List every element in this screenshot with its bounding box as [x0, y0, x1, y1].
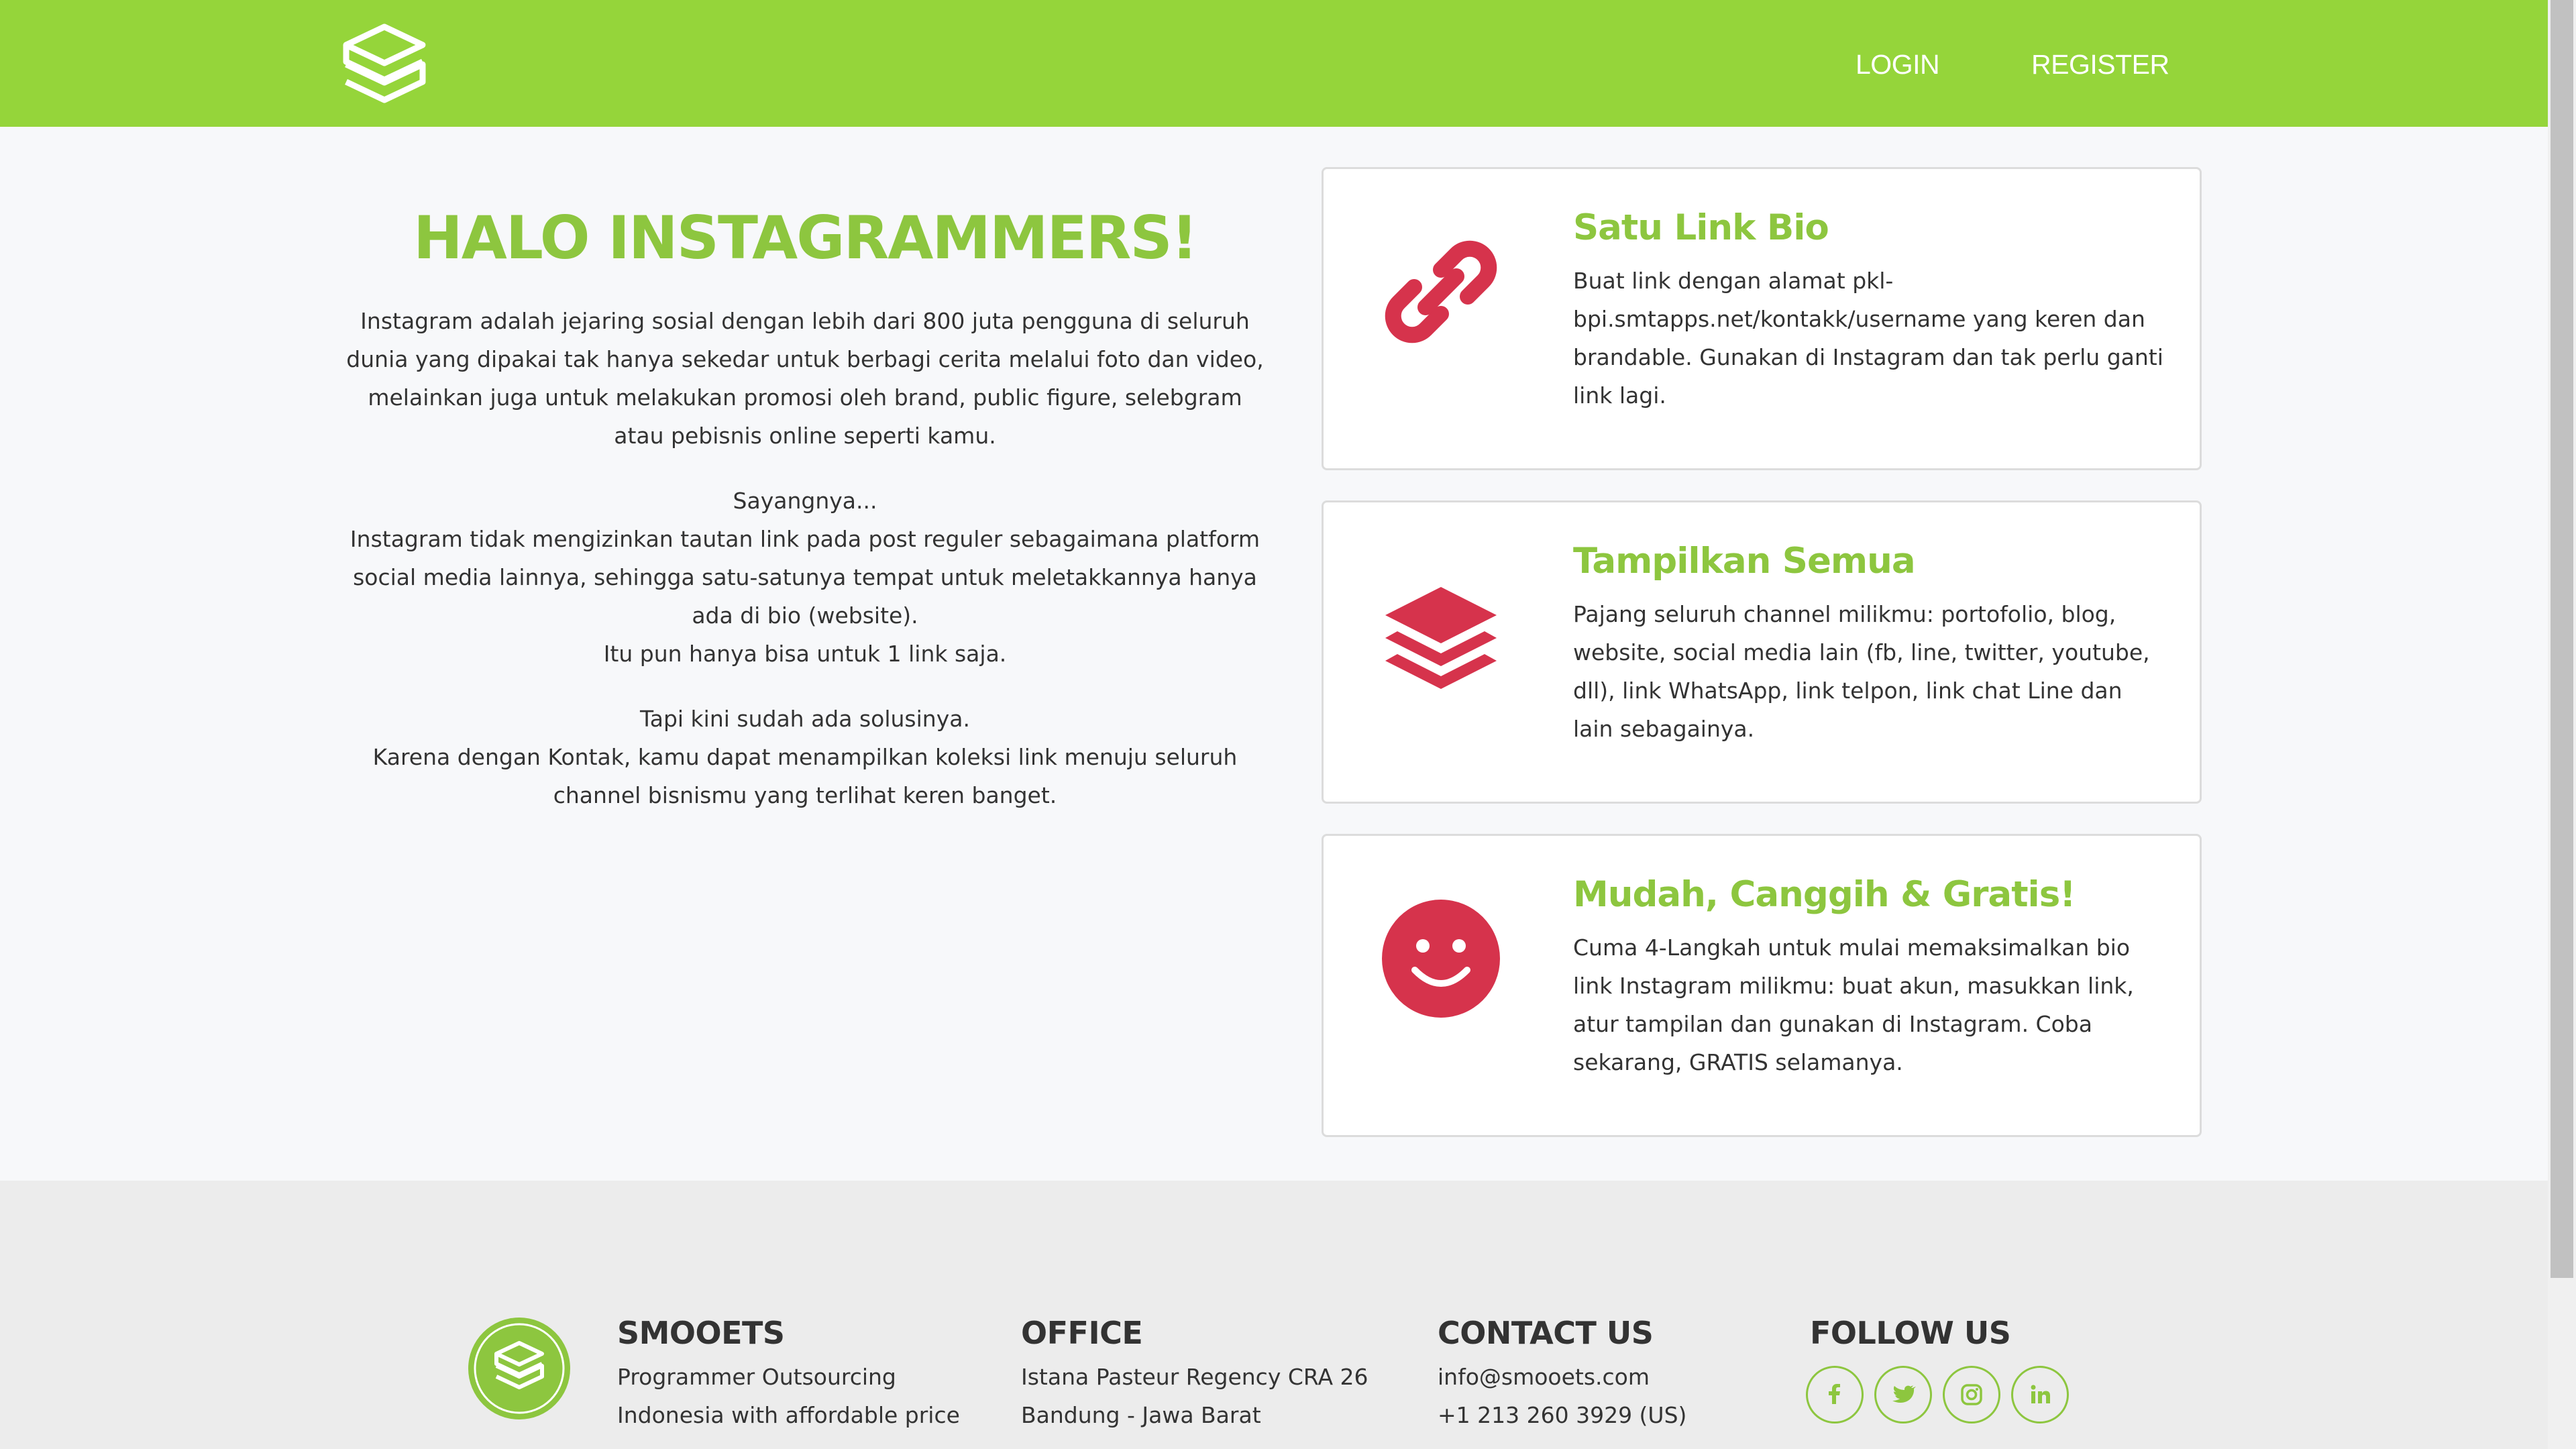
feature-text: Cuma 4-Langkah untuk mulai memaksimalkan…: [1573, 934, 2134, 1075]
footer-heading: CONTACT US: [1438, 1315, 1654, 1351]
footer-heading: FOLLOW US: [1810, 1315, 2011, 1351]
feature-title: Tampilkan Semua: [1573, 541, 1916, 582]
scrollbar-thumb[interactable]: [2551, 0, 2573, 1278]
intro-text: Instagram tidak mengizinkan tautan link …: [350, 526, 1260, 629]
feature-card-link-bio: Satu Link Bio Buat link dengan alamat pk…: [1322, 167, 2202, 470]
facebook-icon[interactable]: [1806, 1366, 1864, 1424]
footer-follow: FOLLOW US: [1810, 1308, 2159, 1358]
intro-paragraph-3: Tapi kini sudah ada solusinya. Karena de…: [342, 700, 1268, 814]
linkedin-icon[interactable]: [2011, 1366, 2069, 1424]
intro-text: Sayangnya...: [733, 488, 877, 514]
intro-text: Karena dengan Kontak, kamu dapat menampi…: [372, 744, 1238, 808]
intro-text: Itu pun hanya bisa untuk 1 link saja.: [603, 641, 1007, 667]
intro-section: HALO INSTAGRAMMERS! Instagram adalah jej…: [342, 201, 1268, 814]
footer-text: Bandung - Jawa Barat: [1021, 1402, 1261, 1428]
twitter-icon[interactable]: [1874, 1366, 1932, 1424]
feature-title: Mudah, Canggih & Gratis!: [1573, 874, 2076, 915]
footer-text: Indonesia with affordable price: [617, 1402, 960, 1428]
footer-email[interactable]: info@smooets.com: [1438, 1358, 1786, 1396]
instagram-icon[interactable]: [1943, 1366, 2000, 1424]
footer-heading: SMOOETS: [617, 1315, 785, 1351]
layers-icon: [1385, 587, 1497, 689]
smile-icon: [1382, 900, 1500, 1018]
feature-title: Satu Link Bio: [1573, 207, 1829, 248]
header-bar: LOGIN REGISTER: [0, 0, 2548, 127]
feature-text: Buat link dengan alamat pkl-bpi.smtapps.…: [1573, 268, 2163, 409]
footer-company: SMOOETS Programmer Outsourcing Indonesia…: [617, 1308, 966, 1434]
login-link[interactable]: LOGIN: [1856, 44, 1940, 85]
intro-paragraph-2: Sayangnya... Instagram tidak mengizinkan…: [342, 482, 1268, 673]
footer-contact: CONTACT US info@smooets.com +1 213 260 3…: [1438, 1308, 1786, 1434]
smooets-logo-icon[interactable]: [341, 23, 428, 105]
feature-text: Pajang seluruh channel milikmu: portofol…: [1573, 601, 2150, 742]
intro-text: Tapi kini sudah ada solusinya.: [640, 706, 970, 732]
footer-phone[interactable]: +1 213 260 3929 (US): [1438, 1396, 1786, 1434]
footer-heading: OFFICE: [1021, 1315, 1143, 1351]
intro-title: HALO INSTAGRAMMERS!: [413, 203, 1198, 272]
feature-card-show-all: Tampilkan Semua Pajang seluruh channel m…: [1322, 500, 2202, 804]
footer-logo-icon: [468, 1318, 570, 1419]
intro-paragraph-1: Instagram adalah jejaring sosial dengan …: [346, 308, 1264, 449]
link-icon: [1385, 240, 1497, 343]
footer-text: Istana Pasteur Regency CRA 26: [1021, 1364, 1368, 1390]
footer-text: Programmer Outsourcing: [617, 1364, 896, 1390]
register-link[interactable]: REGISTER: [2031, 44, 2169, 85]
feature-card-easy-free: Mudah, Canggih & Gratis! Cuma 4-Langkah …: [1322, 834, 2202, 1137]
footer-office: OFFICE Istana Pasteur Regency CRA 26 Ban…: [1021, 1308, 1397, 1434]
